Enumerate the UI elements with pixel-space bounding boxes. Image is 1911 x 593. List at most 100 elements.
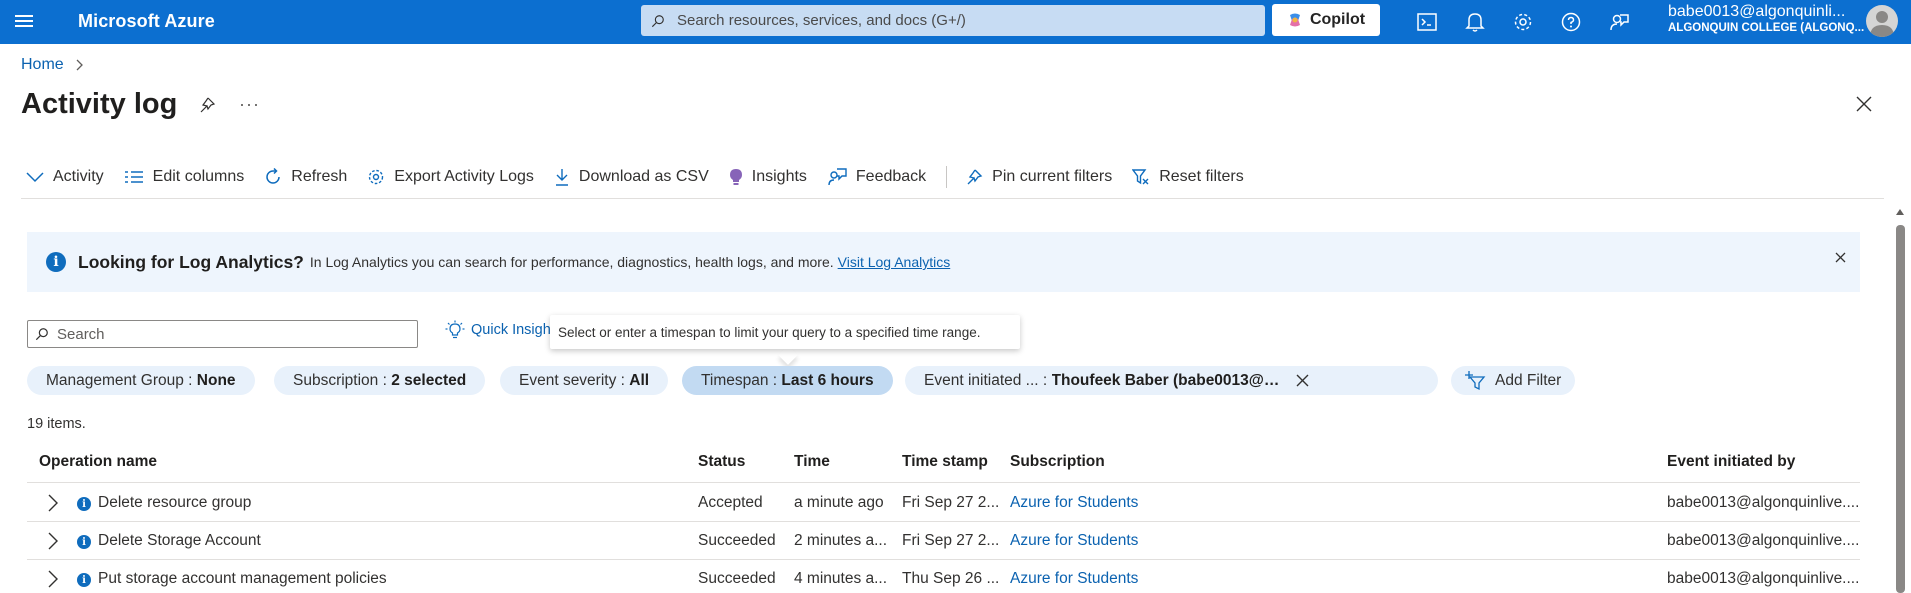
command-bar: Activity Edit columns Refresh Export Act… [26, 164, 1264, 190]
subscription-link[interactable]: Azure for Students [1010, 570, 1138, 588]
toolbar-divider [946, 166, 948, 188]
feedback-icon[interactable] [1607, 10, 1631, 34]
status: Succeeded [698, 532, 776, 549]
subscription-link[interactable]: Azure for Students [1010, 494, 1138, 512]
items-count: 19 items. [27, 416, 86, 432]
filter-subscription[interactable]: Subscription : 2 selected [274, 366, 486, 395]
filter-event-severity[interactable]: Event severity : All [500, 366, 669, 395]
filter-label: Management Group : [46, 371, 193, 389]
columns-icon [124, 171, 143, 183]
time: a minute ago [794, 494, 884, 511]
filter-timespan[interactable]: Timespan : Last 6 hours [682, 366, 893, 395]
column-header-time[interactable]: Time [794, 453, 830, 471]
status: Accepted [698, 494, 763, 511]
notifications-icon[interactable] [1463, 10, 1487, 34]
table-row[interactable]: i Delete Storage Account Succeeded 2 min… [27, 522, 1860, 560]
time-stamp: Fri Sep 27 2... [902, 532, 1000, 549]
timespan-tooltip: Select or enter a timespan to limit your… [550, 315, 1020, 349]
operation-name[interactable]: Delete resource group [98, 494, 251, 512]
column-header-event-initiated-by[interactable]: Event initiated by [1667, 453, 1795, 471]
scrollbar-thumb[interactable] [1896, 225, 1905, 593]
account-info[interactable]: babe0013@algonquinli... ALGONQUIN COLLEG… [1668, 4, 1864, 35]
more-options-icon[interactable]: ··· [239, 94, 260, 115]
brand-title[interactable]: Microsoft Azure [78, 11, 215, 32]
quick-insights-link[interactable]: Quick Insigh [445, 320, 551, 340]
cloud-shell-icon[interactable] [1415, 10, 1439, 34]
settings-icon[interactable] [1511, 10, 1535, 34]
filter-value: Thoufeek Baber (babe0013@algonquinlive.c… [1051, 371, 1282, 389]
top-bar: Microsoft Azure Copilot babe0013@algonqu… [0, 0, 1911, 44]
remove-filter-icon[interactable] [1296, 374, 1309, 387]
dismiss-banner-icon[interactable] [1835, 252, 1846, 263]
add-filter-label: Add Filter [1495, 371, 1562, 389]
time: 2 minutes a... [794, 532, 888, 549]
reset-filters-button[interactable]: Reset filters [1132, 168, 1244, 186]
export-activity-logs-button[interactable]: Export Activity Logs [367, 168, 534, 186]
feedback-icon [828, 168, 847, 186]
activity-search-input[interactable] [57, 325, 407, 343]
activity-button[interactable]: Activity [26, 168, 104, 186]
help-icon[interactable] [1559, 10, 1583, 34]
edit-columns-label: Edit columns [152, 168, 245, 185]
copilot-button[interactable]: Copilot [1272, 4, 1380, 36]
status: Succeeded [698, 570, 776, 587]
column-header-subscription[interactable]: Subscription [1010, 453, 1105, 471]
expand-chevron-icon[interactable] [47, 493, 59, 513]
expand-chevron-icon[interactable] [47, 569, 59, 589]
download-csv-button[interactable]: Download as CSV [554, 168, 709, 186]
search-icon [651, 14, 664, 27]
column-header-status[interactable]: Status [698, 453, 745, 471]
avatar[interactable] [1866, 5, 1898, 37]
time: 4 minutes a... [794, 570, 888, 587]
activity-search[interactable] [27, 320, 418, 348]
table-row[interactable]: i Put storage account management policie… [27, 560, 1860, 593]
search-icon [35, 328, 48, 341]
filter-value: Last 6 hours [781, 371, 874, 389]
add-filter-button[interactable]: Add Filter [1451, 366, 1576, 395]
refresh-icon [266, 168, 281, 184]
informational-icon: i [77, 497, 91, 511]
event-initiated-by: babe0013@algonquinlive.... [1667, 570, 1860, 587]
banner-title: Looking for Log Analytics? [78, 251, 304, 272]
scroll-up-arrow-icon[interactable] [1895, 207, 1905, 217]
log-analytics-banner: i Looking for Log Analytics? In Log Anal… [27, 232, 1860, 292]
breadcrumb-home-link[interactable]: Home [21, 56, 64, 74]
header-divider [27, 482, 1860, 483]
lightbulb-icon [445, 320, 465, 339]
insights-label: Insights [751, 168, 807, 185]
time-stamp: Fri Sep 27 2... [902, 494, 1000, 511]
filter-event-initiated-by[interactable]: Event initiated ... : Thoufeek Baber (ba… [905, 366, 1438, 395]
pin-current-filters-button[interactable]: Pin current filters [965, 168, 1112, 186]
operation-name[interactable]: Put storage account management policies [98, 570, 387, 588]
toolbar-divider-line [21, 198, 1884, 199]
page-title: Activity log [21, 88, 178, 120]
filter-value: All [629, 371, 650, 389]
insights-button[interactable]: Insights [729, 168, 807, 186]
column-header-operation-name[interactable]: Operation name [39, 453, 157, 471]
menu-icon[interactable] [15, 12, 35, 32]
filter-reset-icon [1132, 169, 1149, 185]
table-row[interactable]: i Delete resource group Accepted a minut… [27, 484, 1860, 522]
feedback-button[interactable]: Feedback [827, 168, 926, 186]
operation-name[interactable]: Delete Storage Account [98, 532, 261, 550]
global-search-input[interactable] [677, 12, 1237, 29]
export-label: Export Activity Logs [394, 168, 534, 185]
reset-filters-label: Reset filters [1159, 168, 1244, 185]
account-name: babe0013@algonquinli... [1668, 3, 1846, 20]
chevron-right-icon [76, 59, 83, 71]
refresh-label: Refresh [291, 168, 348, 185]
expand-chevron-icon[interactable] [47, 531, 59, 551]
subscription-link[interactable]: Azure for Students [1010, 532, 1138, 550]
filter-label: Subscription : [293, 371, 387, 389]
edit-columns-button[interactable]: Edit columns [124, 168, 245, 186]
refresh-button[interactable]: Refresh [264, 168, 347, 186]
pin-icon[interactable] [198, 96, 216, 114]
quick-insights-label: Quick Insigh [471, 322, 551, 338]
event-initiated-by: babe0013@algonquinlive.... [1667, 532, 1860, 549]
column-header-time-stamp[interactable]: Time stamp [902, 453, 988, 471]
visit-log-analytics-link[interactable]: Visit Log Analytics [838, 254, 951, 270]
chevron-down-icon [26, 172, 44, 183]
close-icon[interactable] [1856, 96, 1872, 112]
global-search[interactable] [641, 5, 1265, 36]
filter-management-group[interactable]: Management Group : None [27, 366, 255, 395]
